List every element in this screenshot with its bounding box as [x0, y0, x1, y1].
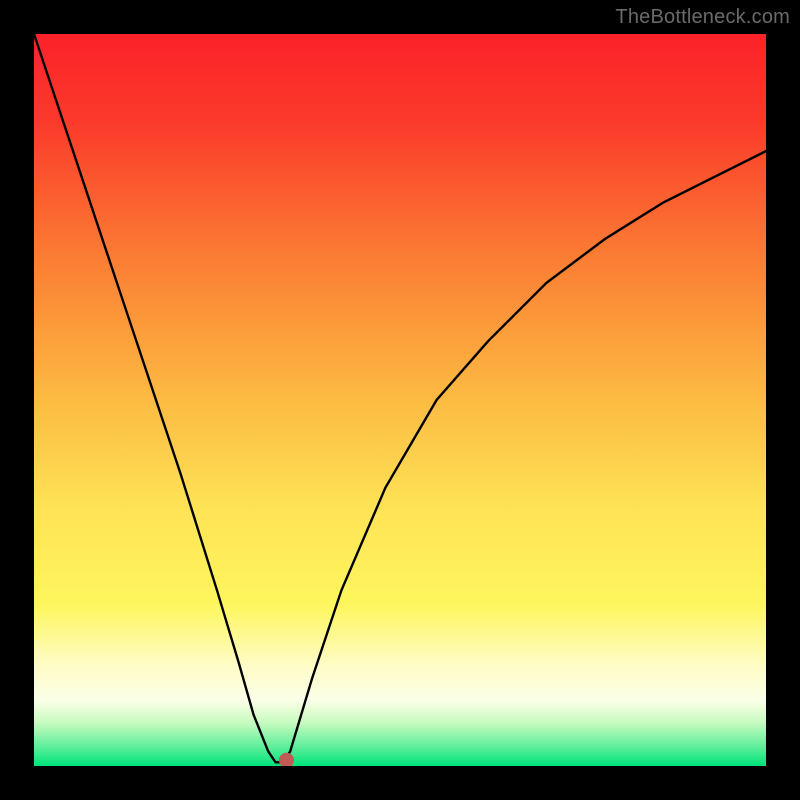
chart-plot	[34, 34, 766, 766]
gradient-background	[34, 34, 766, 766]
watermark-text: TheBottleneck.com	[615, 6, 790, 29]
chart-frame: TheBottleneck.com	[0, 0, 800, 800]
